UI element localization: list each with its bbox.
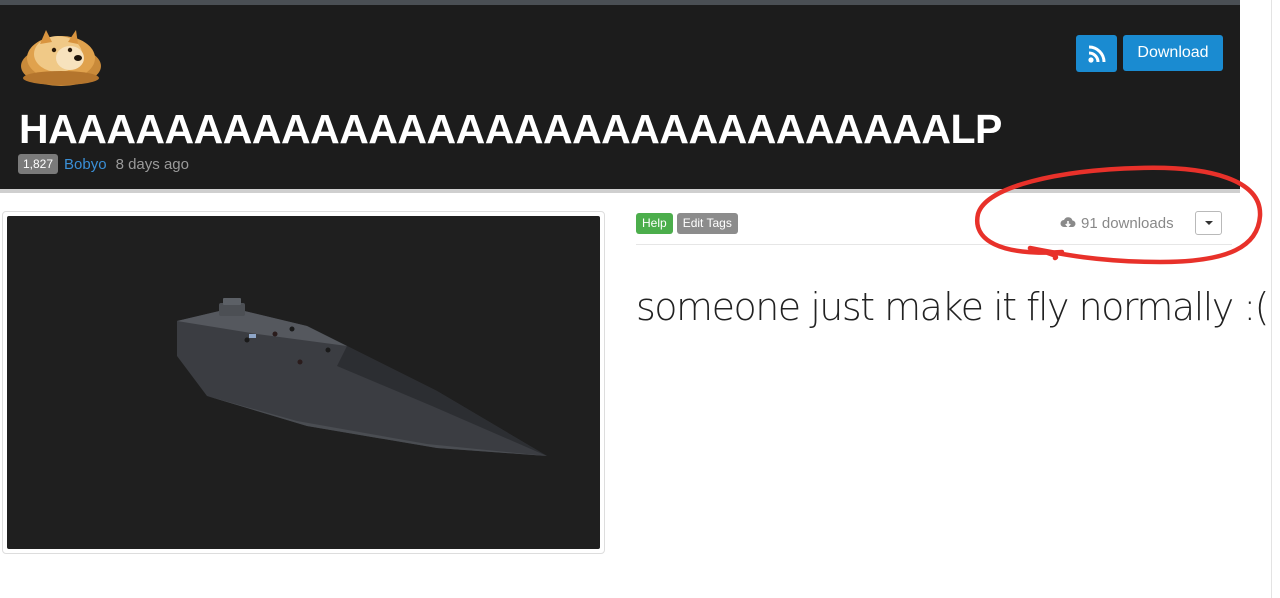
post-time: 8 days ago: [115, 155, 189, 173]
header-bar: HAAAAAAAAAAAAAAAAAAAAAAAAAAAAAAALP 1,827…: [0, 0, 1240, 193]
post-meta: 1,827 Bobyo 8 days ago: [18, 154, 189, 174]
gutter-divider: [1271, 0, 1272, 598]
download-count: 91 downloads: [1060, 213, 1174, 233]
rss-button[interactable]: [1076, 35, 1117, 72]
download-count-text: 91 downloads: [1081, 214, 1174, 232]
author-link[interactable]: Bobyo: [64, 156, 107, 173]
ship-model-image: [177, 298, 547, 456]
page-title: HAAAAAAAAAAAAAAAAAAAAAAAAAAAAAAALP: [19, 106, 1002, 152]
help-button[interactable]: Help: [636, 213, 673, 234]
section-divider: [636, 244, 1232, 245]
post-description: someone just make it fly normally :(: [636, 285, 1270, 329]
model-canvas[interactable]: [7, 216, 600, 549]
download-button[interactable]: Download: [1123, 35, 1223, 71]
author-avatar[interactable]: [18, 28, 104, 88]
page: HAAAAAAAAAAAAAAAAAAAAAAAAAAAAAAALP 1,827…: [0, 0, 1280, 598]
rss-icon: [1087, 45, 1105, 63]
model-viewer[interactable]: [2, 211, 605, 554]
cloud-download-icon: [1060, 217, 1076, 228]
edit-tags-button[interactable]: Edit Tags: [676, 213, 738, 234]
caret-down-icon: [1204, 221, 1213, 225]
options-dropdown[interactable]: [1195, 211, 1222, 235]
tag-bar: Help Edit Tags: [636, 213, 738, 234]
top-strip: [0, 0, 1240, 5]
score-badge: 1,827: [18, 154, 59, 174]
